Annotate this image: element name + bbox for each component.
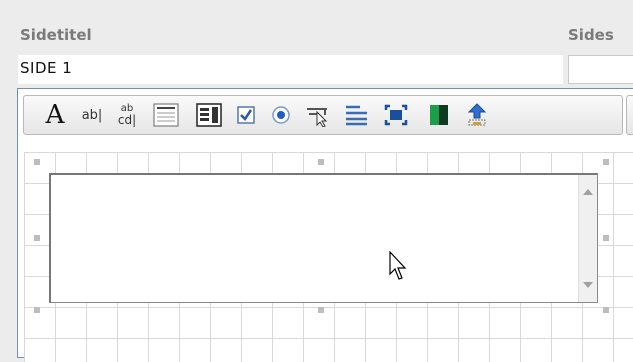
scroll-up-icon[interactable] [583, 189, 593, 195]
align-left-icon[interactable] [340, 96, 372, 134]
text-label-icon[interactable]: A [38, 96, 72, 134]
page-second-label: Sides [568, 26, 614, 44]
radio-button-icon[interactable] [267, 96, 295, 134]
vertical-scrollbar[interactable] [578, 175, 597, 302]
upload-icon[interactable] [461, 96, 493, 134]
resize-handle[interactable] [34, 159, 40, 165]
combo-box-icon[interactable] [192, 96, 226, 134]
scroll-down-icon[interactable] [583, 282, 593, 288]
editor-toolbar: A ab| ab cd| [23, 95, 623, 135]
textarea-element[interactable] [49, 173, 598, 303]
text-label-glyph: A [45, 100, 65, 130]
text-area-glyph-bottom: cd| [117, 113, 137, 127]
checkbox-icon[interactable] [232, 96, 260, 134]
text-field-icon[interactable]: ab| [76, 96, 108, 134]
mouse-pointer-icon [389, 250, 409, 285]
page-title-input[interactable]: SIDE 1 [18, 55, 563, 84]
resize-handle[interactable] [318, 159, 324, 165]
resize-handle[interactable] [603, 307, 609, 313]
frame-icon[interactable] [381, 96, 411, 134]
toolbar-overflow[interactable] [626, 95, 633, 135]
button-icon[interactable] [302, 96, 334, 134]
resize-handle[interactable] [603, 235, 609, 241]
resize-handle[interactable] [34, 307, 40, 313]
list-box-icon[interactable] [149, 96, 183, 134]
form-editor: A ab| ab cd| [17, 88, 633, 362]
resize-handle[interactable] [318, 307, 324, 313]
resize-handle[interactable] [34, 235, 40, 241]
resize-handle[interactable] [603, 159, 609, 165]
text-field-glyph: ab| [81, 107, 103, 123]
text-area-icon[interactable]: ab cd| [112, 96, 142, 134]
color-icon[interactable] [424, 96, 454, 134]
page-title-label: Sidetitel [20, 26, 92, 44]
page-second-input[interactable] [568, 55, 633, 84]
